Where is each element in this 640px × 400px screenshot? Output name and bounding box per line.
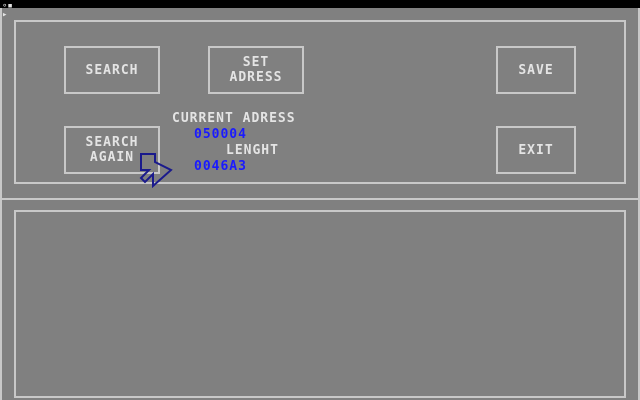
- current-address-label: CURRENT ADRESS: [172, 111, 296, 126]
- save-button[interactable]: SAVE: [496, 46, 576, 94]
- exit-button[interactable]: EXIT: [496, 126, 576, 174]
- length-value: 0046A3: [194, 159, 247, 174]
- panel-divider: [0, 198, 640, 200]
- set-address-button[interactable]: SET ADRESS: [208, 46, 304, 94]
- length-label: LENGHT: [226, 143, 279, 158]
- editor-window: SEARCH SET ADRESS SAVE SEARCH AGAIN EXIT…: [0, 8, 640, 400]
- arrow-pointer-icon: [139, 153, 173, 188]
- corner-marker-icon: ∘▪ ▸: [2, 1, 13, 20]
- current-address-value: 050004: [194, 127, 247, 142]
- screen: SEARCH SET ADRESS SAVE SEARCH AGAIN EXIT…: [0, 0, 640, 400]
- window-edge-left: [0, 8, 2, 400]
- output-panel: [14, 210, 626, 398]
- search-button[interactable]: SEARCH: [64, 46, 160, 94]
